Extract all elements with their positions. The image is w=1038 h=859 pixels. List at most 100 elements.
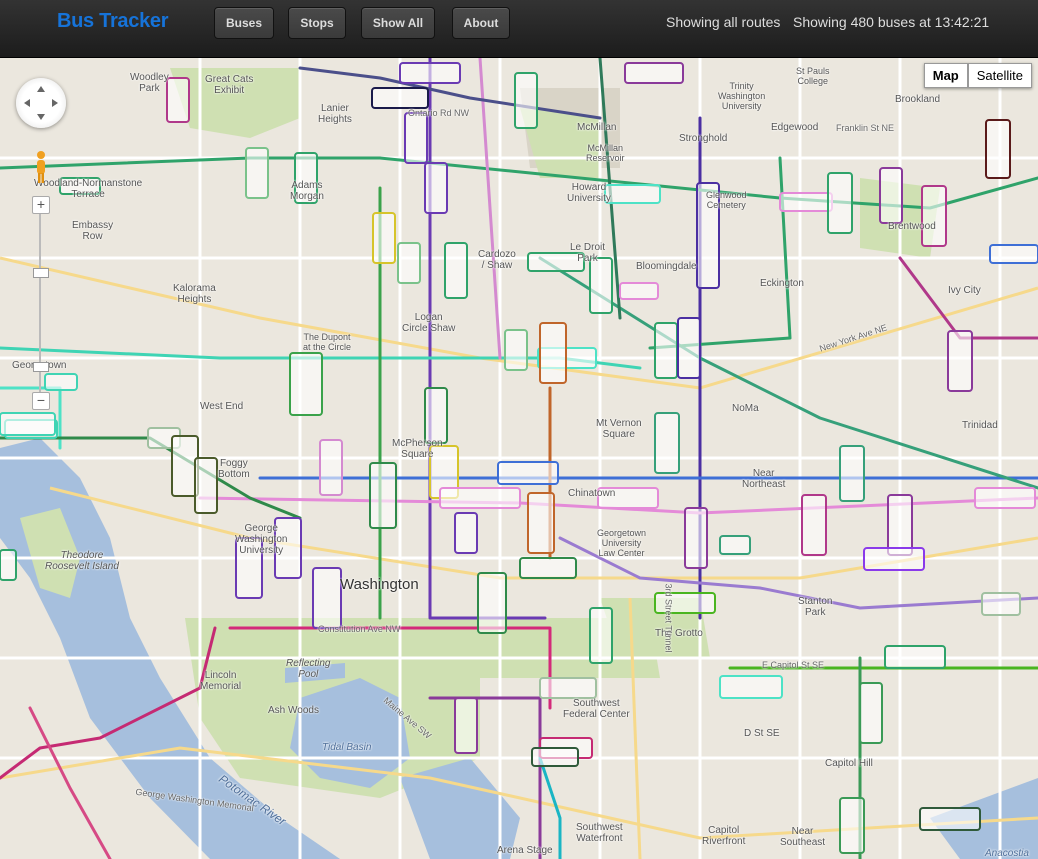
show-all-button[interactable]: Show All [361, 7, 435, 39]
label-glenwood: Glenwood Cemetery [706, 190, 747, 210]
bus-marker [779, 192, 833, 212]
label-near-northeast: Near Northeast [742, 468, 786, 490]
bus-marker [719, 675, 783, 699]
label-sw-waterfront: Southwest Waterfront [576, 822, 623, 844]
bus-marker [589, 257, 613, 314]
label-dupont: The Dupont at the Circle [303, 332, 352, 352]
label-mcmillan-reservoir: McMillan Reservoir [586, 143, 625, 163]
label-capitol-hill: Capitol Hill [825, 758, 873, 769]
zoom-slider-handle[interactable] [33, 362, 49, 372]
bus-marker [887, 494, 913, 556]
stops-button[interactable]: Stops [288, 7, 346, 39]
bus-marker [166, 77, 190, 123]
label-theodore-roosevelt: Theodore Roosevelt Island [45, 550, 119, 572]
label-noma: NoMa [732, 403, 759, 414]
bus-marker [439, 487, 521, 509]
label-gwu: George Washington University [235, 523, 288, 556]
bus-marker [444, 242, 468, 299]
bus-marker [312, 567, 342, 629]
bus-marker [404, 112, 428, 164]
label-howard: Howard University [567, 182, 611, 204]
label-mt-vernon: Mt Vernon Square [596, 418, 642, 440]
bus-marker [454, 697, 478, 754]
label-gtlaw: Georgetown University Law Center [597, 528, 647, 558]
bus-marker [684, 507, 708, 569]
label-stanton-park: Stanton Park [798, 596, 833, 618]
label-logan-circle: Logan Circle Shaw [402, 312, 456, 334]
bus-marker [921, 185, 947, 247]
map-base-layer [0, 58, 1038, 859]
map-button[interactable]: Map [923, 63, 968, 88]
bus-marker [519, 557, 577, 579]
bus-marker [372, 212, 396, 264]
about-button[interactable]: About [452, 7, 510, 39]
bus-marker [589, 607, 613, 664]
street-view-pegman-icon[interactable] [34, 150, 48, 184]
bus-marker [371, 87, 429, 109]
label-mcpherson: McPherson Square [392, 438, 443, 460]
bus-marker [514, 72, 538, 129]
brand-title[interactable]: Bus Tracker [57, 10, 169, 33]
bus-marker [369, 462, 397, 529]
label-ash-woods: Ash Woods [268, 705, 319, 716]
label-brookland: Brookland [895, 94, 941, 105]
bus-marker [974, 487, 1036, 509]
label-arena-stage: Arena Stage [497, 845, 553, 856]
bus-marker [245, 147, 269, 199]
label-trinity: Trinity Washington University [718, 81, 766, 111]
map-canvas[interactable]: Woodley Park Great Cats Exhibit Lanier H… [0, 58, 1038, 859]
bus-marker [985, 119, 1011, 179]
label-anacostia: Anacostia [985, 848, 1029, 859]
pan-control[interactable] [16, 78, 66, 128]
label-tidal-basin: Tidal Basin [322, 742, 372, 753]
routes-status: Showing all routes [666, 14, 781, 30]
bus-marker [839, 797, 865, 854]
bus-marker [424, 162, 448, 214]
label-d-st-se: D St SE [744, 728, 780, 739]
bus-marker [604, 184, 661, 204]
bus-marker [624, 62, 684, 84]
bus-marker [497, 461, 559, 485]
bus-marker [539, 322, 567, 384]
bus-marker [531, 747, 579, 767]
label-washington: Washington [340, 576, 419, 593]
bus-marker [884, 645, 946, 669]
label-ontario-rd: Ontario Rd NW [408, 108, 470, 118]
bus-marker [504, 329, 528, 371]
bus-marker [981, 592, 1021, 616]
bus-marker [454, 512, 478, 554]
label-constitution: Constitution Ave NW [318, 624, 401, 634]
label-edgewood: Edgewood [771, 122, 819, 133]
zoom-tick[interactable] [33, 268, 49, 278]
bus-marker [654, 322, 678, 379]
bus-marker [0, 412, 56, 436]
label-woodland: Woodland-Normanstone Terrace [34, 178, 143, 200]
label-embassy-row: Embassy Row [72, 220, 114, 242]
label-grotto: The Grotto [655, 628, 703, 639]
label-franklin: Franklin St NE [836, 123, 895, 133]
bus-marker [859, 682, 883, 744]
label-west-end: West End [200, 401, 244, 412]
label-ledroit: Le Droit Park [570, 242, 606, 264]
label-woodley-park: Woodley Park [130, 72, 169, 94]
label-eckington: Eckington [760, 278, 804, 289]
label-third-tunnel: 3rd Street Tunnel [663, 583, 674, 653]
bus-marker [654, 412, 680, 474]
label-shaw: Cardozo / Shaw [478, 249, 516, 271]
label-bloomingdale: Bloomingdale [636, 261, 697, 272]
label-mcmillan: McMillan [577, 122, 617, 133]
zoom-in-button[interactable]: + [32, 196, 50, 214]
bus-marker [827, 172, 853, 234]
bus-marker [839, 445, 865, 502]
bus-marker [0, 549, 17, 581]
bus-marker [539, 677, 597, 699]
label-st-pauls: St Pauls College [796, 66, 830, 86]
satellite-button[interactable]: Satellite [967, 63, 1032, 88]
buses-button[interactable]: Buses [214, 7, 274, 39]
label-sw-federal: Southwest Federal Center [563, 698, 630, 720]
label-near-southeast: Near Southeast [780, 826, 826, 848]
label-kalorama: Kalorama Heights [173, 283, 216, 305]
bus-marker [194, 457, 218, 514]
zoom-out-button[interactable]: − [32, 392, 50, 410]
bus-marker [477, 572, 507, 634]
